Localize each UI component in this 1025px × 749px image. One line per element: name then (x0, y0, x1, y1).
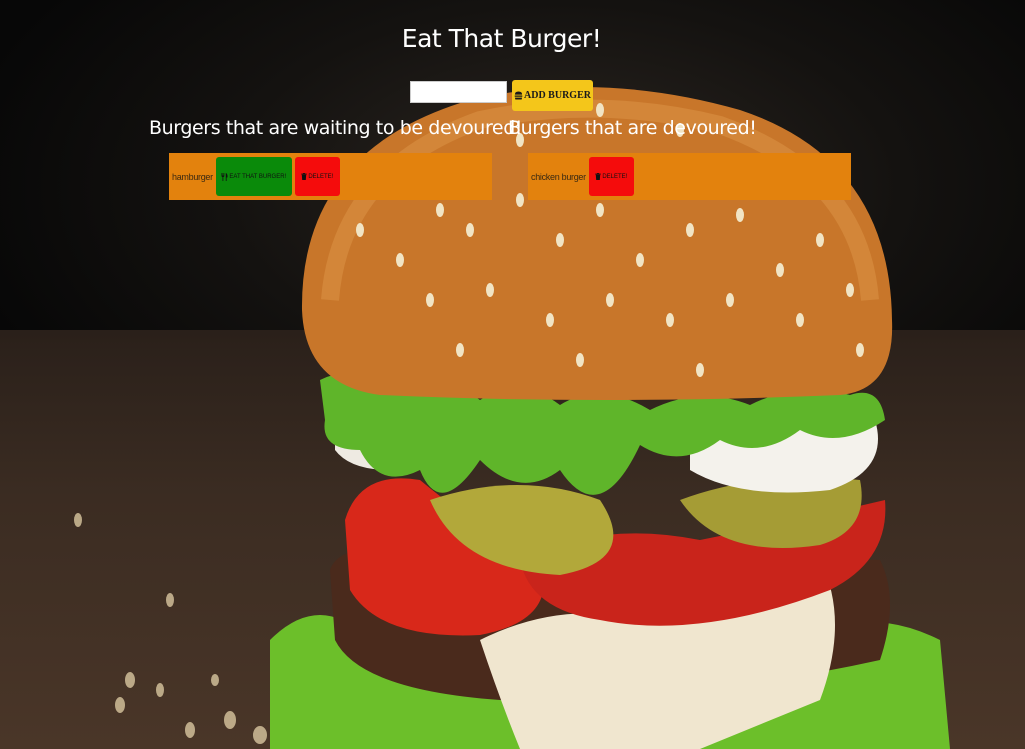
eat-burger-label: EAT THAT BURGER! (229, 173, 287, 180)
utensils-icon (221, 172, 228, 181)
burger-name-input[interactable] (410, 81, 507, 103)
burger-name: hamburger (172, 171, 213, 182)
trash-icon (301, 173, 308, 180)
delete-label: DELETE! (308, 173, 334, 180)
delete-button[interactable]: DELETE! (294, 157, 340, 196)
burger-illustration (74, 87, 950, 749)
delete-button[interactable]: DELETE! (588, 157, 634, 196)
delete-label: DELETE! (602, 173, 628, 180)
devoured-heading: Burgers that are devoured! (508, 117, 757, 139)
add-burger-button[interactable]: ADD BURGER (512, 80, 593, 111)
background-burger-photo (0, 0, 1025, 749)
list-item-devoured: chicken burger DELETE! (528, 153, 851, 200)
trash-icon (595, 173, 602, 180)
eat-burger-button[interactable]: EAT THAT BURGER! (215, 157, 292, 196)
add-burger-label: ADD BURGER (524, 90, 591, 101)
list-item-waiting: hamburger EAT THAT BURGER! DELETE! (169, 153, 492, 200)
burger-icon (514, 91, 523, 100)
burger-name: chicken burger (531, 171, 586, 182)
waiting-heading: Burgers that are waiting to be devoured! (149, 117, 523, 139)
page-title: Eat That Burger! (401, 24, 602, 53)
